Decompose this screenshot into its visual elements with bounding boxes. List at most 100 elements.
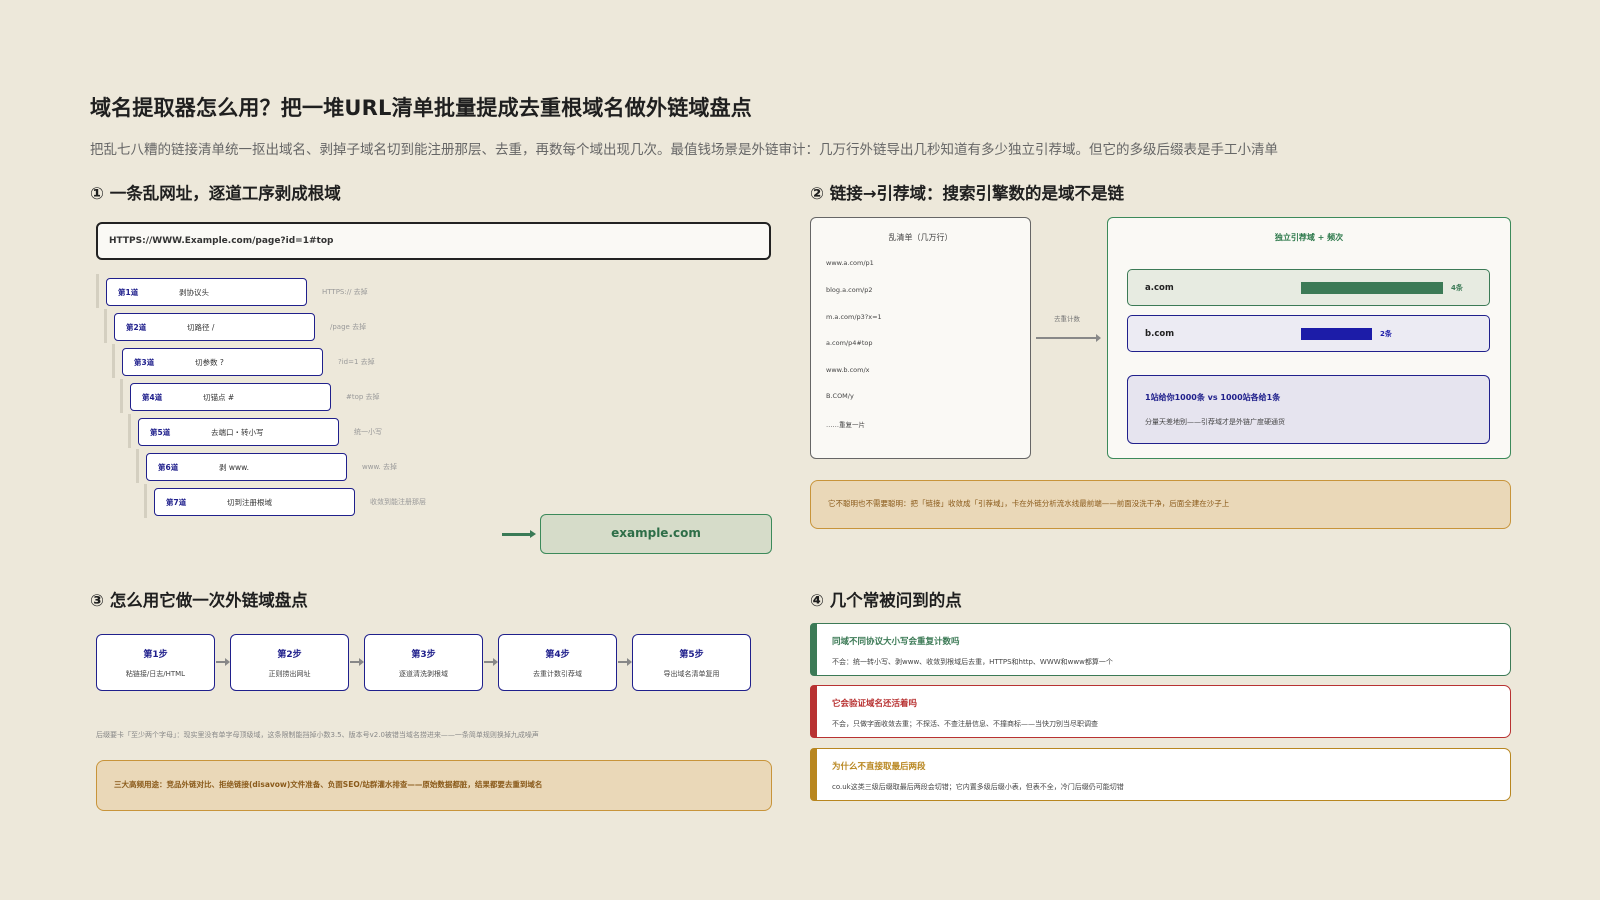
flow-arrow [216,658,230,666]
domain-card-header: 独立引荐域 + 频次 [1274,233,1344,242]
step-action: 切锚点 # [203,393,235,402]
step-pill: 第1道 剥协议头 [106,278,307,306]
flow-arrow [350,658,364,666]
domain-count-label: 4条 [1451,284,1463,292]
flow-step-desc: 粘链接/日志/HTML [125,670,186,678]
step-action: 去端口・转小写 [211,428,264,437]
step-name: 第4道 [142,393,163,402]
section2-title: ② 链接→引荐域：搜索引擎数的是域不是链 [810,184,1125,203]
step-note: 收敛到能注册那层 [370,498,426,506]
step-rail [136,449,139,483]
step-pill: 第4道 切锚点 # [130,383,331,411]
step-note: /page 去掉 [330,323,367,331]
raw-list-item: a.com/p4#top [826,339,873,347]
domain-count-bar [1301,328,1372,340]
suffix-rule-note: 后缀要卡「至少两个字母」：现实里没有单字母顶级域，这条限制能挡掉小数3.5、版本… [96,731,539,739]
section3-title: ③ 怎么用它做一次外链域盘点 [90,591,308,610]
raw-list-item: ……重复一片 [826,421,865,429]
callout-body: 分量天差地别——引荐域才是外链广度硬通货 [1145,418,1285,426]
step-rail [144,484,147,518]
step-name: 第3道 [134,358,155,367]
step-rail [128,414,131,448]
flow-step-number: 第4步 [545,650,570,660]
step-note: www. 去掉 [362,463,397,471]
step-pill: 第6道 剥 www. [146,453,347,481]
callout-title: 1站给你1000条 vs 1000站各给1条 [1145,393,1281,402]
step-note: ?id=1 去掉 [338,358,375,366]
raw-list-item: m.a.com/p3?x=1 [826,313,882,321]
flow-arrow [618,658,632,666]
result-arrow-line [502,533,532,536]
faq-question: 它会验证域名还活着吗 [832,699,918,709]
faq-item: 同域不同协议大小写会重复计数吗 不会：统一转小写、剥www、收敛到根域后去重，H… [810,623,1511,676]
step-name: 第5道 [150,428,171,437]
step-rail [96,274,99,308]
step-action: 切路径 / [187,323,215,332]
step-name: 第6道 [158,463,179,472]
step-rail [112,344,115,378]
flow-step-desc: 正则捞出网址 [268,670,311,678]
faq-answer: 不会，只做字面收敛去重；不探活、不查注册信息、不撞商标——当快刀别当尽职调查 [832,720,1098,728]
domain-row: a.com 4条 [1127,269,1490,306]
faq-question: 同域不同协议大小写会重复计数吗 [832,637,960,647]
weight-callout: 1站给你1000条 vs 1000站各给1条 分量天差地别——引荐域才是外链广度… [1127,375,1490,444]
input-url-box: HTTPS://WWW.Example.com/page?id=1#top [96,222,771,260]
page-title: 域名提取器怎么用？把一堆URL清单批量提成去重根域名做外链域盘点 [90,96,753,120]
flow-step-desc: 去重计数引荐域 [533,670,582,678]
step-action: 剥 www. [219,463,249,472]
step-pill: 第7道 切到注册根域 [154,488,355,516]
step-note: HTTPS:// 去掉 [322,288,368,296]
flow-step-desc: 导出域名清单复用 [663,670,720,678]
flow-step: 第5步 导出域名清单复用 [632,634,751,691]
domain-name: b.com [1145,329,1175,339]
flow-step: 第1步 粘链接/日志/HTML [96,634,215,691]
raw-list-item: www.a.com/p1 [826,259,874,267]
step-action: 切到注册根域 [227,498,272,507]
domain-count-label: 2条 [1380,330,1392,338]
flow-step-number: 第3步 [411,650,436,660]
flow-step-number: 第2步 [277,650,302,660]
step-name: 第1道 [118,288,139,297]
raw-list-header: 乱清单（几万行） [888,233,953,242]
result-arrow-head [530,530,536,538]
section4-title: ④ 几个常被问到的点 [810,591,962,610]
page-subtitle: 把乱七八糟的链接清单统一抠出域名、剥掉子域名切到能注册那层、去重，再数每个域出现… [90,142,1278,158]
domain-row: b.com 2条 [1127,315,1490,352]
root-domain-result: example.com [540,514,772,554]
step-rail [120,379,123,413]
dedupe-label: 去重计数 [1054,315,1080,323]
flow-step-number: 第1步 [143,650,168,660]
step-action: 切参数 ? [195,358,224,367]
faq-item: 为什么不直接取最后两段 co.uk这类三级后缀取最后两段会切错；它内置多级后缀小… [810,748,1511,801]
flow-step: 第3步 逐道清洗剥根域 [364,634,483,691]
step-name: 第7道 [166,498,187,507]
domain-count-bar [1301,282,1443,294]
step-note: 统一小写 [354,428,382,436]
faq-answer: 不会：统一转小写、剥www、收敛到根域后去重，HTTPS和http、WWW和ww… [832,658,1113,666]
step-pill: 第5道 去端口・转小写 [138,418,339,446]
step-action: 剥协议头 [179,288,209,297]
raw-list-item: blog.a.com/p2 [826,286,873,294]
section1-title: ① 一条乱网址，逐道工序剥成根域 [90,184,341,203]
dedupe-arrow-head [1096,334,1101,342]
domain-name: a.com [1145,283,1174,293]
step-note: #top 去掉 [346,393,380,401]
step-pill: 第2道 切路径 / [114,313,315,341]
raw-list-item: www.b.com/x [826,366,870,374]
faq-item: 它会验证域名还活着吗 不会，只做字面收敛去重；不探活、不查注册信息、不撞商标——… [810,685,1511,738]
referring-domain-card: 独立引荐域 + 频次 a.com 4条 b.com 2条 1站给你1000条 v… [1107,217,1511,459]
faq-question: 为什么不直接取最后两段 [832,762,926,772]
flow-step-number: 第5步 [679,650,704,660]
dedupe-arrow-line [1036,337,1098,339]
flow-arrow [484,658,498,666]
raw-link-list-card: 乱清单（几万行） www.a.com/p1 blog.a.com/p2 m.a.… [810,217,1031,459]
pipeline-warning: 它不聪明也不需要聪明：把「链接」收敛成「引荐域」，卡在外链分析流水线最前端——前… [810,480,1511,529]
faq-answer: co.uk这类三级后缀取最后两段会切错；它内置多级后缀小表，但表不全，冷门后缀仍… [832,783,1124,791]
usage-callout: 三大高频用途：竞品外链对比、拒绝链接(disavow)文件准备、负面SEO/站群… [96,760,772,811]
raw-list-item: B.COM/y [826,392,854,400]
flow-step-desc: 逐道清洗剥根域 [399,670,448,678]
step-rail [104,309,107,343]
flow-step: 第4步 去重计数引荐域 [498,634,617,691]
step-pill: 第3道 切参数 ? [122,348,323,376]
step-name: 第2道 [126,323,147,332]
